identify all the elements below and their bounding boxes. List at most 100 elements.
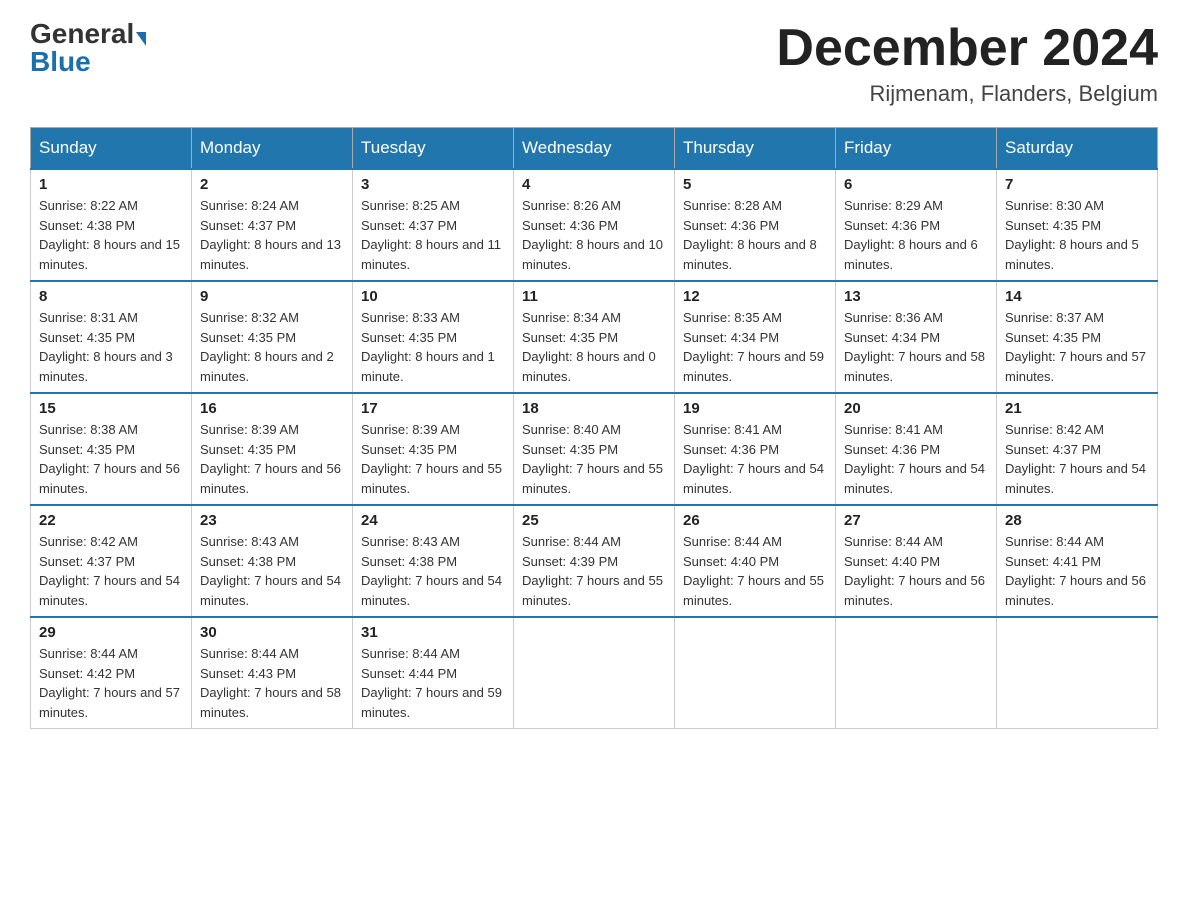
day-info: Sunrise: 8:44 AM Sunset: 4:39 PM Dayligh…: [522, 532, 666, 610]
day-number: 22: [39, 512, 183, 529]
calendar-header-row: Sunday Monday Tuesday Wednesday Thursday…: [31, 128, 1158, 170]
table-row: 18 Sunrise: 8:40 AM Sunset: 4:35 PM Dayl…: [514, 393, 675, 505]
day-number: 1: [39, 176, 183, 193]
day-info: Sunrise: 8:41 AM Sunset: 4:36 PM Dayligh…: [844, 420, 988, 498]
day-info: Sunrise: 8:24 AM Sunset: 4:37 PM Dayligh…: [200, 196, 344, 274]
table-row: 29 Sunrise: 8:44 AM Sunset: 4:42 PM Dayl…: [31, 617, 192, 729]
page-header: General Blue December 2024 Rijmenam, Fla…: [30, 20, 1158, 107]
day-info: Sunrise: 8:44 AM Sunset: 4:41 PM Dayligh…: [1005, 532, 1149, 610]
day-number: 4: [522, 176, 666, 193]
logo-triangle-icon: [136, 32, 146, 46]
table-row: 12 Sunrise: 8:35 AM Sunset: 4:34 PM Dayl…: [675, 281, 836, 393]
day-number: 7: [1005, 176, 1149, 193]
table-row: 27 Sunrise: 8:44 AM Sunset: 4:40 PM Dayl…: [836, 505, 997, 617]
day-number: 31: [361, 624, 505, 641]
month-title: December 2024: [776, 20, 1158, 77]
day-info: Sunrise: 8:31 AM Sunset: 4:35 PM Dayligh…: [39, 308, 183, 386]
calendar-week-row: 22 Sunrise: 8:42 AM Sunset: 4:37 PM Dayl…: [31, 505, 1158, 617]
day-number: 15: [39, 400, 183, 417]
table-row: 5 Sunrise: 8:28 AM Sunset: 4:36 PM Dayli…: [675, 169, 836, 281]
col-thursday: Thursday: [675, 128, 836, 170]
table-row: [514, 617, 675, 729]
day-number: 19: [683, 400, 827, 417]
table-row: 10 Sunrise: 8:33 AM Sunset: 4:35 PM Dayl…: [353, 281, 514, 393]
table-row: 8 Sunrise: 8:31 AM Sunset: 4:35 PM Dayli…: [31, 281, 192, 393]
day-info: Sunrise: 8:33 AM Sunset: 4:35 PM Dayligh…: [361, 308, 505, 386]
table-row: 24 Sunrise: 8:43 AM Sunset: 4:38 PM Dayl…: [353, 505, 514, 617]
calendar-week-row: 8 Sunrise: 8:31 AM Sunset: 4:35 PM Dayli…: [31, 281, 1158, 393]
day-number: 13: [844, 288, 988, 305]
day-info: Sunrise: 8:29 AM Sunset: 4:36 PM Dayligh…: [844, 196, 988, 274]
table-row: 13 Sunrise: 8:36 AM Sunset: 4:34 PM Dayl…: [836, 281, 997, 393]
day-number: 14: [1005, 288, 1149, 305]
day-number: 20: [844, 400, 988, 417]
day-info: Sunrise: 8:43 AM Sunset: 4:38 PM Dayligh…: [200, 532, 344, 610]
table-row: 1 Sunrise: 8:22 AM Sunset: 4:38 PM Dayli…: [31, 169, 192, 281]
table-row: 16 Sunrise: 8:39 AM Sunset: 4:35 PM Dayl…: [192, 393, 353, 505]
table-row: 30 Sunrise: 8:44 AM Sunset: 4:43 PM Dayl…: [192, 617, 353, 729]
day-info: Sunrise: 8:44 AM Sunset: 4:40 PM Dayligh…: [844, 532, 988, 610]
day-info: Sunrise: 8:42 AM Sunset: 4:37 PM Dayligh…: [39, 532, 183, 610]
day-number: 12: [683, 288, 827, 305]
col-sunday: Sunday: [31, 128, 192, 170]
day-info: Sunrise: 8:39 AM Sunset: 4:35 PM Dayligh…: [200, 420, 344, 498]
table-row: 2 Sunrise: 8:24 AM Sunset: 4:37 PM Dayli…: [192, 169, 353, 281]
day-number: 25: [522, 512, 666, 529]
day-info: Sunrise: 8:44 AM Sunset: 4:42 PM Dayligh…: [39, 644, 183, 722]
day-info: Sunrise: 8:25 AM Sunset: 4:37 PM Dayligh…: [361, 196, 505, 274]
day-number: 28: [1005, 512, 1149, 529]
day-number: 18: [522, 400, 666, 417]
day-number: 6: [844, 176, 988, 193]
col-monday: Monday: [192, 128, 353, 170]
day-info: Sunrise: 8:35 AM Sunset: 4:34 PM Dayligh…: [683, 308, 827, 386]
day-number: 9: [200, 288, 344, 305]
table-row: 23 Sunrise: 8:43 AM Sunset: 4:38 PM Dayl…: [192, 505, 353, 617]
table-row: 15 Sunrise: 8:38 AM Sunset: 4:35 PM Dayl…: [31, 393, 192, 505]
day-info: Sunrise: 8:26 AM Sunset: 4:36 PM Dayligh…: [522, 196, 666, 274]
day-info: Sunrise: 8:43 AM Sunset: 4:38 PM Dayligh…: [361, 532, 505, 610]
day-info: Sunrise: 8:22 AM Sunset: 4:38 PM Dayligh…: [39, 196, 183, 274]
table-row: [997, 617, 1158, 729]
day-number: 11: [522, 288, 666, 305]
table-row: 14 Sunrise: 8:37 AM Sunset: 4:35 PM Dayl…: [997, 281, 1158, 393]
day-info: Sunrise: 8:44 AM Sunset: 4:43 PM Dayligh…: [200, 644, 344, 722]
day-info: Sunrise: 8:41 AM Sunset: 4:36 PM Dayligh…: [683, 420, 827, 498]
day-number: 5: [683, 176, 827, 193]
day-info: Sunrise: 8:42 AM Sunset: 4:37 PM Dayligh…: [1005, 420, 1149, 498]
table-row: 6 Sunrise: 8:29 AM Sunset: 4:36 PM Dayli…: [836, 169, 997, 281]
table-row: [675, 617, 836, 729]
day-number: 16: [200, 400, 344, 417]
day-number: 21: [1005, 400, 1149, 417]
day-info: Sunrise: 8:40 AM Sunset: 4:35 PM Dayligh…: [522, 420, 666, 498]
location-subtitle: Rijmenam, Flanders, Belgium: [776, 81, 1158, 107]
table-row: 20 Sunrise: 8:41 AM Sunset: 4:36 PM Dayl…: [836, 393, 997, 505]
day-info: Sunrise: 8:32 AM Sunset: 4:35 PM Dayligh…: [200, 308, 344, 386]
col-friday: Friday: [836, 128, 997, 170]
logo: General Blue: [30, 20, 146, 76]
day-number: 23: [200, 512, 344, 529]
logo-general-text: General: [30, 18, 134, 49]
day-number: 17: [361, 400, 505, 417]
day-info: Sunrise: 8:30 AM Sunset: 4:35 PM Dayligh…: [1005, 196, 1149, 274]
table-row: 9 Sunrise: 8:32 AM Sunset: 4:35 PM Dayli…: [192, 281, 353, 393]
table-row: 11 Sunrise: 8:34 AM Sunset: 4:35 PM Dayl…: [514, 281, 675, 393]
day-info: Sunrise: 8:36 AM Sunset: 4:34 PM Dayligh…: [844, 308, 988, 386]
day-info: Sunrise: 8:34 AM Sunset: 4:35 PM Dayligh…: [522, 308, 666, 386]
col-saturday: Saturday: [997, 128, 1158, 170]
day-info: Sunrise: 8:37 AM Sunset: 4:35 PM Dayligh…: [1005, 308, 1149, 386]
day-info: Sunrise: 8:28 AM Sunset: 4:36 PM Dayligh…: [683, 196, 827, 274]
day-number: 10: [361, 288, 505, 305]
table-row: 4 Sunrise: 8:26 AM Sunset: 4:36 PM Dayli…: [514, 169, 675, 281]
table-row: 28 Sunrise: 8:44 AM Sunset: 4:41 PM Dayl…: [997, 505, 1158, 617]
day-info: Sunrise: 8:44 AM Sunset: 4:40 PM Dayligh…: [683, 532, 827, 610]
calendar-week-row: 1 Sunrise: 8:22 AM Sunset: 4:38 PM Dayli…: [31, 169, 1158, 281]
col-wednesday: Wednesday: [514, 128, 675, 170]
table-row: 3 Sunrise: 8:25 AM Sunset: 4:37 PM Dayli…: [353, 169, 514, 281]
table-row: 25 Sunrise: 8:44 AM Sunset: 4:39 PM Dayl…: [514, 505, 675, 617]
calendar-table: Sunday Monday Tuesday Wednesday Thursday…: [30, 127, 1158, 729]
table-row: 31 Sunrise: 8:44 AM Sunset: 4:44 PM Dayl…: [353, 617, 514, 729]
day-number: 8: [39, 288, 183, 305]
day-number: 27: [844, 512, 988, 529]
calendar-week-row: 15 Sunrise: 8:38 AM Sunset: 4:35 PM Dayl…: [31, 393, 1158, 505]
day-info: Sunrise: 8:39 AM Sunset: 4:35 PM Dayligh…: [361, 420, 505, 498]
